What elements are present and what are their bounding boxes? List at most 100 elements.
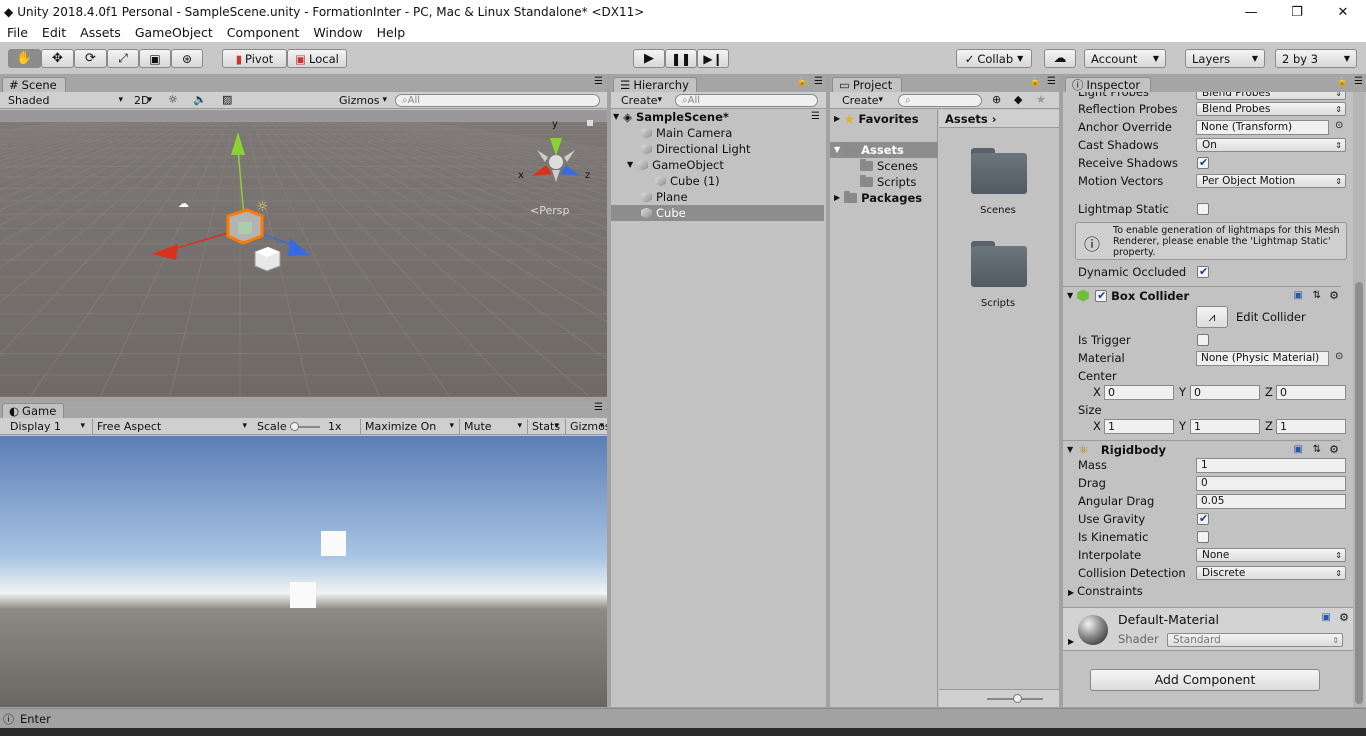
hand-tool-button[interactable]: ✋: [8, 49, 41, 68]
center-x-field[interactable]: 0: [1104, 385, 1174, 400]
anchor-override-field[interactable]: None (Transform): [1196, 120, 1329, 135]
filter-label-icon[interactable]: ◆: [1014, 93, 1022, 106]
move-tool-button[interactable]: ✥: [41, 49, 74, 68]
menu-gameobject[interactable]: GameObject: [128, 24, 220, 42]
help-book-icon[interactable]: ▣: [1294, 290, 1303, 301]
lightmap-static-checkbox[interactable]: [1197, 203, 1209, 215]
scene-gizmos-dropdown[interactable]: Gizmos: [335, 93, 390, 108]
local-button[interactable]: ▣ Local: [287, 49, 347, 68]
size-z-field[interactable]: 1: [1276, 419, 1346, 434]
assets-tree-item[interactable]: ▼ Assets: [830, 142, 938, 158]
cast-shadows-dropdown[interactable]: On: [1196, 138, 1346, 152]
layout-dropdown[interactable]: 2 by 3 ▼: [1275, 49, 1357, 68]
menu-file[interactable]: File: [0, 24, 35, 42]
collapsed-arrow-icon[interactable]: ▶: [834, 190, 840, 206]
scene-menu-icon[interactable]: ☰: [811, 109, 820, 125]
panel-menu-icon[interactable]: ☰: [1047, 76, 1056, 87]
object-picker-icon[interactable]: ⊙: [1335, 120, 1343, 131]
mute-audio-toggle[interactable]: Mute Audio: [459, 419, 525, 448]
tab-game[interactable]: ◐ Game: [2, 403, 64, 418]
is-trigger-checkbox[interactable]: [1197, 334, 1209, 346]
inspector-scrollbar[interactable]: [1353, 92, 1365, 707]
expanded-arrow-icon[interactable]: ▼: [1067, 291, 1073, 300]
camera-gizmo-icon[interactable]: ☁: [178, 197, 189, 210]
hierarchy-item-plane[interactable]: Plane: [641, 189, 688, 205]
stats-toggle[interactable]: Stats: [527, 419, 562, 434]
collapsed-arrow-icon[interactable]: ▶: [834, 111, 840, 127]
component-gear-icon[interactable]: ⚙: [1329, 443, 1339, 456]
scene-search-input[interactable]: ⌕All: [395, 94, 600, 107]
center-y-field[interactable]: 0: [1190, 385, 1260, 400]
collapsed-arrow-icon[interactable]: ▶: [1068, 637, 1074, 646]
menu-component[interactable]: Component: [220, 24, 307, 42]
panel-menu-icon[interactable]: ☰: [814, 76, 823, 87]
scale-slider[interactable]: [290, 422, 320, 431]
minimize-button[interactable]: —: [1228, 0, 1274, 24]
scene-viewport[interactable]: ☁ ☼ y x z <Persp: [0, 110, 607, 397]
collapsed-arrow-icon[interactable]: ▶: [1068, 588, 1074, 597]
scene-root[interactable]: ▼ ◈ SampleScene* ☰: [613, 109, 824, 125]
interpolate-dropdown[interactable]: None: [1196, 548, 1346, 562]
preset-icon[interactable]: ⇅: [1313, 444, 1321, 455]
box-collider-enabled-checkbox[interactable]: [1095, 289, 1108, 302]
lock-icon[interactable]: 🔒: [1337, 77, 1348, 87]
favorite-star-icon[interactable]: ★: [1036, 93, 1046, 106]
scripts-folder-icon[interactable]: [971, 241, 1027, 287]
mode-2d-button[interactable]: 2D: [131, 93, 155, 108]
panel-menu-icon[interactable]: ☰: [1354, 76, 1363, 87]
hierarchy-item-cube-1[interactable]: Cube (1): [655, 173, 720, 189]
collider-material-field[interactable]: None (Physic Material): [1196, 351, 1329, 366]
hierarchy-item-cube[interactable]: Cube: [611, 205, 824, 221]
expanded-arrow-icon[interactable]: ▼: [1067, 445, 1073, 454]
panel-menu-icon[interactable]: ☰: [594, 76, 603, 87]
component-gear-icon[interactable]: ⚙: [1329, 289, 1339, 302]
scenes-tree-item[interactable]: Scenes: [860, 158, 918, 174]
dynamic-occluded-checkbox[interactable]: [1197, 265, 1209, 278]
center-z-field[interactable]: 0: [1276, 385, 1346, 400]
pivot-button[interactable]: ▮ Pivot: [222, 49, 287, 68]
size-x-field[interactable]: 1: [1104, 419, 1174, 434]
filter-type-icon[interactable]: ⊕: [992, 93, 1001, 106]
hierarchy-item-directional-light[interactable]: Directional Light: [641, 141, 751, 157]
menu-window[interactable]: Window: [306, 24, 369, 42]
add-component-button[interactable]: Add Component: [1090, 669, 1320, 691]
display-dropdown[interactable]: Display 1: [6, 419, 88, 434]
rigidbody-header[interactable]: ▼ ⚛ Rigidbody ▣ ⇅ ⚙: [1063, 440, 1341, 458]
tab-inspector[interactable]: ⓘ Inspector: [1065, 77, 1151, 92]
tab-project[interactable]: ▭ Project: [832, 77, 902, 92]
maximize-on-play-toggle[interactable]: Maximize On Play: [360, 419, 457, 448]
game-viewport[interactable]: [0, 436, 607, 707]
motion-vectors-dropdown[interactable]: Per Object Motion: [1196, 174, 1346, 188]
transform-tool-button[interactable]: ⊛: [171, 49, 203, 68]
constraints-foldout[interactable]: ▶ Constraints: [1068, 583, 1143, 601]
mass-field[interactable]: 1: [1196, 458, 1346, 473]
persp-label[interactable]: <Persp: [530, 204, 569, 217]
scenes-folder-icon[interactable]: [971, 148, 1027, 194]
menu-assets[interactable]: Assets: [73, 24, 128, 42]
tab-scene[interactable]: # Scene: [2, 77, 66, 92]
audio-icon[interactable]: 🔈: [193, 93, 207, 106]
hierarchy-search-input[interactable]: ⌕All: [675, 94, 818, 107]
packages-tree-item[interactable]: ▶ Packages: [834, 190, 922, 206]
hierarchy-item-gameobject[interactable]: ▼ GameObject: [627, 157, 724, 173]
maximize-button[interactable]: ❐: [1274, 0, 1320, 24]
light-gizmo-icon[interactable]: ☼: [256, 199, 269, 215]
reflection-probes-dropdown[interactable]: Blend Probes: [1196, 102, 1346, 116]
help-book-icon[interactable]: ▣: [1322, 612, 1331, 623]
layers-dropdown[interactable]: Layers ▼: [1185, 49, 1265, 68]
angular-drag-field[interactable]: 0.05: [1196, 494, 1346, 509]
material-gear-icon[interactable]: ⚙: [1339, 611, 1349, 624]
size-y-field[interactable]: 1: [1190, 419, 1260, 434]
light-probes-dropdown[interactable]: Blend Probes: [1196, 92, 1346, 100]
expanded-arrow-icon[interactable]: ▼: [613, 109, 619, 125]
rotate-tool-button[interactable]: ⟳: [74, 49, 107, 68]
scale-tool-button[interactable]: ⤢: [107, 49, 139, 68]
use-gravity-checkbox[interactable]: [1197, 512, 1209, 525]
expanded-arrow-icon[interactable]: ▼: [627, 157, 633, 173]
drag-field[interactable]: 0: [1196, 476, 1346, 491]
hierarchy-item-main-camera[interactable]: Main Camera: [641, 125, 732, 141]
project-search-input[interactable]: ⌕: [898, 94, 982, 107]
panel-menu-icon[interactable]: ☰: [594, 402, 603, 413]
menu-help[interactable]: Help: [370, 24, 413, 42]
project-breadcrumb[interactable]: Assets ›: [939, 110, 1059, 128]
